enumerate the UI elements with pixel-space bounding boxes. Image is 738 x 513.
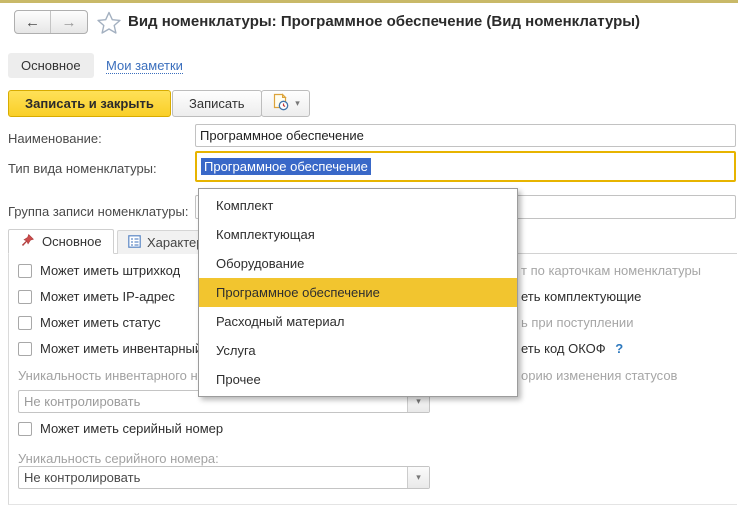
group-field-label: Группа записи номенклатуры:	[8, 204, 188, 219]
window-accent-bar	[0, 0, 738, 3]
type-dropdown-list: Комплект Комплектующая Оборудование Прог…	[198, 188, 518, 397]
form-list-icon	[128, 235, 141, 251]
tab-main[interactable]: Основное	[8, 229, 114, 254]
section-link-notes[interactable]: Мои заметки	[106, 58, 183, 74]
name-field-label: Наименование:	[8, 131, 102, 146]
dropdown-item-raskhodny-material[interactable]: Расходный материал	[199, 307, 517, 336]
forward-button[interactable]: →	[51, 11, 87, 33]
save-history-split-button[interactable]: ▾	[261, 90, 310, 117]
dropdown-item-usluga[interactable]: Услуга	[199, 336, 517, 365]
type-input-selected-text: Программное обеспечение	[201, 158, 371, 175]
tab-main-label: Основное	[42, 234, 102, 249]
dropdown-item-komplekt[interactable]: Комплект	[199, 191, 517, 220]
save-and-close-button[interactable]: Записать и закрыть	[8, 90, 171, 117]
name-input[interactable]: Программное обеспечение	[195, 124, 736, 147]
section-tab-main[interactable]: Основное	[8, 53, 94, 78]
name-input-value: Программное обеспечение	[200, 128, 364, 143]
nav-button-group: ← →	[14, 10, 88, 34]
chevron-down-icon: ▾	[295, 98, 300, 109]
pushpin-icon	[20, 233, 35, 251]
tab-characteristics-label: Характер	[147, 235, 203, 250]
page-title: Вид номенклатуры: Программное обеспечени…	[128, 13, 640, 30]
dropdown-item-oborudovanie[interactable]: Оборудование	[199, 249, 517, 278]
favorite-star-icon[interactable]	[96, 10, 122, 39]
type-field-label: Тип вида номенклатуры:	[8, 161, 157, 176]
dropdown-item-prochee[interactable]: Прочее	[199, 365, 517, 394]
dropdown-item-programmnoe-obespechenie[interactable]: Программное обеспечение	[199, 278, 517, 307]
type-input[interactable]: Программное обеспечение	[195, 151, 736, 182]
back-button[interactable]: ←	[15, 11, 51, 33]
dropdown-item-komplektuyushchaya[interactable]: Комплектующая	[199, 220, 517, 249]
save-button[interactable]: Записать	[172, 90, 262, 117]
document-clock-icon	[271, 93, 290, 115]
